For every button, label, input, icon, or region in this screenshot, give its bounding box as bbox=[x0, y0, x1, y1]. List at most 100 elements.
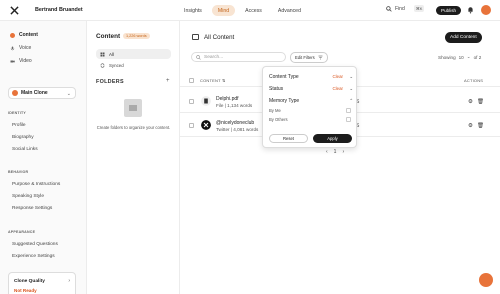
current-page[interactable]: 1 bbox=[334, 149, 337, 155]
showing-label: Showing bbox=[438, 54, 456, 60]
sidebar-item-video[interactable]: Video bbox=[10, 58, 32, 64]
section-behavior: BEHAVIOR bbox=[8, 170, 29, 174]
sidebar-link-response-settings[interactable]: Response Settings bbox=[12, 206, 52, 211]
sidebar-link-biography[interactable]: Biography bbox=[12, 135, 34, 140]
microphone-icon bbox=[10, 46, 15, 50]
nav-advanced[interactable]: Advanced bbox=[272, 5, 307, 16]
sidebar-item-content[interactable]: Content bbox=[10, 32, 38, 38]
folders-empty-text: Create folders to organize your content. bbox=[96, 125, 171, 130]
bell-icon[interactable] bbox=[467, 6, 474, 14]
showing-total: of 2 bbox=[473, 54, 482, 60]
by-me-checkbox[interactable] bbox=[346, 108, 351, 113]
reset-button[interactable]: Reset bbox=[269, 134, 308, 143]
user-name: Bertrand Bruandet bbox=[35, 7, 83, 13]
filter-synced-label: Synced bbox=[109, 62, 124, 68]
filter-content-type-label: Content Type bbox=[269, 74, 299, 80]
row-actions: ⚙ 🗑 bbox=[468, 123, 484, 129]
publish-button[interactable]: Publish bbox=[436, 5, 462, 15]
filter-content-type[interactable]: Content Type Clear ⌄ bbox=[269, 74, 353, 80]
next-page-button[interactable]: › bbox=[342, 149, 344, 155]
sidebar-item-label: Video bbox=[19, 58, 32, 64]
row-meta: Twitter | 4,081 words bbox=[216, 126, 259, 132]
search-icon bbox=[386, 5, 392, 12]
section-identity: IDENTITY bbox=[8, 111, 26, 115]
file-icon bbox=[201, 96, 211, 106]
row-checkbox[interactable] bbox=[189, 99, 194, 104]
top-bar: Bertrand Bruandet Insights Mind Access A… bbox=[0, 0, 500, 21]
sidebar-item-label: Voice bbox=[19, 45, 32, 51]
sidebar-link-social-links[interactable]: Social Links bbox=[12, 147, 38, 152]
video-icon bbox=[10, 60, 15, 62]
row-name: Delphi.pdf bbox=[216, 95, 239, 102]
add-content-button[interactable]: Add Content bbox=[445, 31, 482, 43]
nav-mind[interactable]: Mind bbox=[211, 5, 236, 16]
sidebar-item-label: Content bbox=[19, 32, 38, 38]
chevron-up-icon: ⌃ bbox=[349, 98, 353, 103]
add-folder-icon[interactable]: + bbox=[166, 78, 170, 84]
find-button[interactable]: Find ⌘K bbox=[386, 5, 425, 12]
edit-filters-button[interactable]: Edit Filters bbox=[290, 52, 328, 63]
row-meta: File | 1,134 words bbox=[216, 102, 253, 108]
showing-control: Showing 10 ⌄ of 2 bbox=[438, 54, 481, 60]
settings-icon[interactable]: ⚙ bbox=[468, 123, 473, 129]
section-appearance: APPEARANCE bbox=[8, 230, 36, 234]
filter-memory-type-label: Memory Type bbox=[269, 98, 300, 104]
settings-icon[interactable]: ⚙ bbox=[468, 99, 473, 105]
select-all-checkbox[interactable] bbox=[189, 78, 194, 83]
sidebar-toggle-icon[interactable] bbox=[192, 34, 199, 40]
search-placeholder: Search... bbox=[204, 54, 224, 60]
chat-icon[interactable] bbox=[479, 273, 493, 287]
find-label: Find bbox=[395, 5, 405, 12]
sidebar-link-experience-settings[interactable]: Experience Settings bbox=[12, 254, 55, 259]
trash-icon[interactable]: 🗑 bbox=[477, 123, 484, 129]
words-badge: 1,226 words bbox=[123, 33, 150, 39]
clear-status-link[interactable]: Clear bbox=[333, 86, 344, 91]
trash-icon[interactable]: 🗑 bbox=[477, 99, 484, 105]
content-pane: Content 1,226 words All Synced FOLDERS +… bbox=[87, 21, 180, 294]
clone-select-value: Main Clone bbox=[21, 90, 48, 96]
row-name: @nicelydoneclub bbox=[216, 119, 255, 126]
chevron-right-icon: › bbox=[68, 278, 70, 284]
filter-synced[interactable]: Synced bbox=[96, 60, 171, 70]
search-input[interactable]: Search... bbox=[191, 52, 286, 62]
chevron-down-icon: ⌄ bbox=[349, 86, 353, 91]
grid-icon bbox=[100, 52, 105, 56]
apply-button[interactable]: Apply bbox=[313, 134, 352, 143]
column-content[interactable]: CONTENT ⇅ bbox=[200, 78, 226, 83]
user-avatar[interactable] bbox=[481, 5, 491, 15]
prev-page-button[interactable]: ‹ bbox=[326, 149, 328, 155]
sidebar-item-voice[interactable]: Voice bbox=[10, 45, 31, 51]
sidebar-link-purpose[interactable]: Purpose & Instructions bbox=[12, 182, 60, 187]
filter-all[interactable]: All bbox=[96, 49, 171, 59]
content-icon bbox=[10, 32, 15, 38]
row-checkbox[interactable] bbox=[189, 123, 194, 128]
clone-select[interactable]: Main Clone ⌄ bbox=[8, 87, 76, 99]
row-actions: ⚙ 🗑 bbox=[468, 99, 484, 105]
content-pane-title: Content bbox=[96, 33, 121, 40]
top-nav: Insights Mind Access Advanced bbox=[178, 5, 307, 16]
sidebar-link-profile[interactable]: Profile bbox=[12, 123, 26, 128]
option-by-others: By Others bbox=[269, 117, 288, 122]
filter-memory-type[interactable]: Memory Type ⌃ bbox=[269, 98, 353, 104]
sidebar-link-suggested-questions[interactable]: Suggested Questions bbox=[12, 242, 58, 247]
clear-content-type-link[interactable]: Clear bbox=[333, 74, 344, 79]
search-icon bbox=[196, 54, 201, 60]
clone-quality-card[interactable]: Clone Quality › Not Ready bbox=[8, 272, 76, 294]
sidebar: Content Voice Video Main Clone ⌄ IDENTIT… bbox=[0, 21, 87, 294]
filter-all-label: All bbox=[109, 51, 114, 57]
filter-status-label: Status bbox=[269, 86, 284, 92]
filter-icon bbox=[318, 55, 323, 60]
logo-icon[interactable] bbox=[10, 6, 19, 15]
sidebar-link-speaking-style[interactable]: Speaking Style bbox=[12, 194, 44, 199]
x-icon bbox=[201, 120, 211, 130]
filter-status[interactable]: Status Clear ⌄ bbox=[269, 86, 353, 92]
nav-insights[interactable]: Insights bbox=[178, 5, 208, 16]
edit-filters-label: Edit Filters bbox=[295, 55, 315, 60]
nav-access[interactable]: Access bbox=[239, 5, 268, 16]
option-by-me: By Me bbox=[269, 108, 281, 113]
sync-icon bbox=[100, 62, 105, 68]
page-size-select[interactable]: 10 bbox=[459, 55, 464, 60]
chevron-down-icon: ⌄ bbox=[66, 91, 71, 97]
chevron-down-icon: ⌄ bbox=[466, 54, 471, 59]
by-others-checkbox[interactable] bbox=[346, 117, 351, 122]
